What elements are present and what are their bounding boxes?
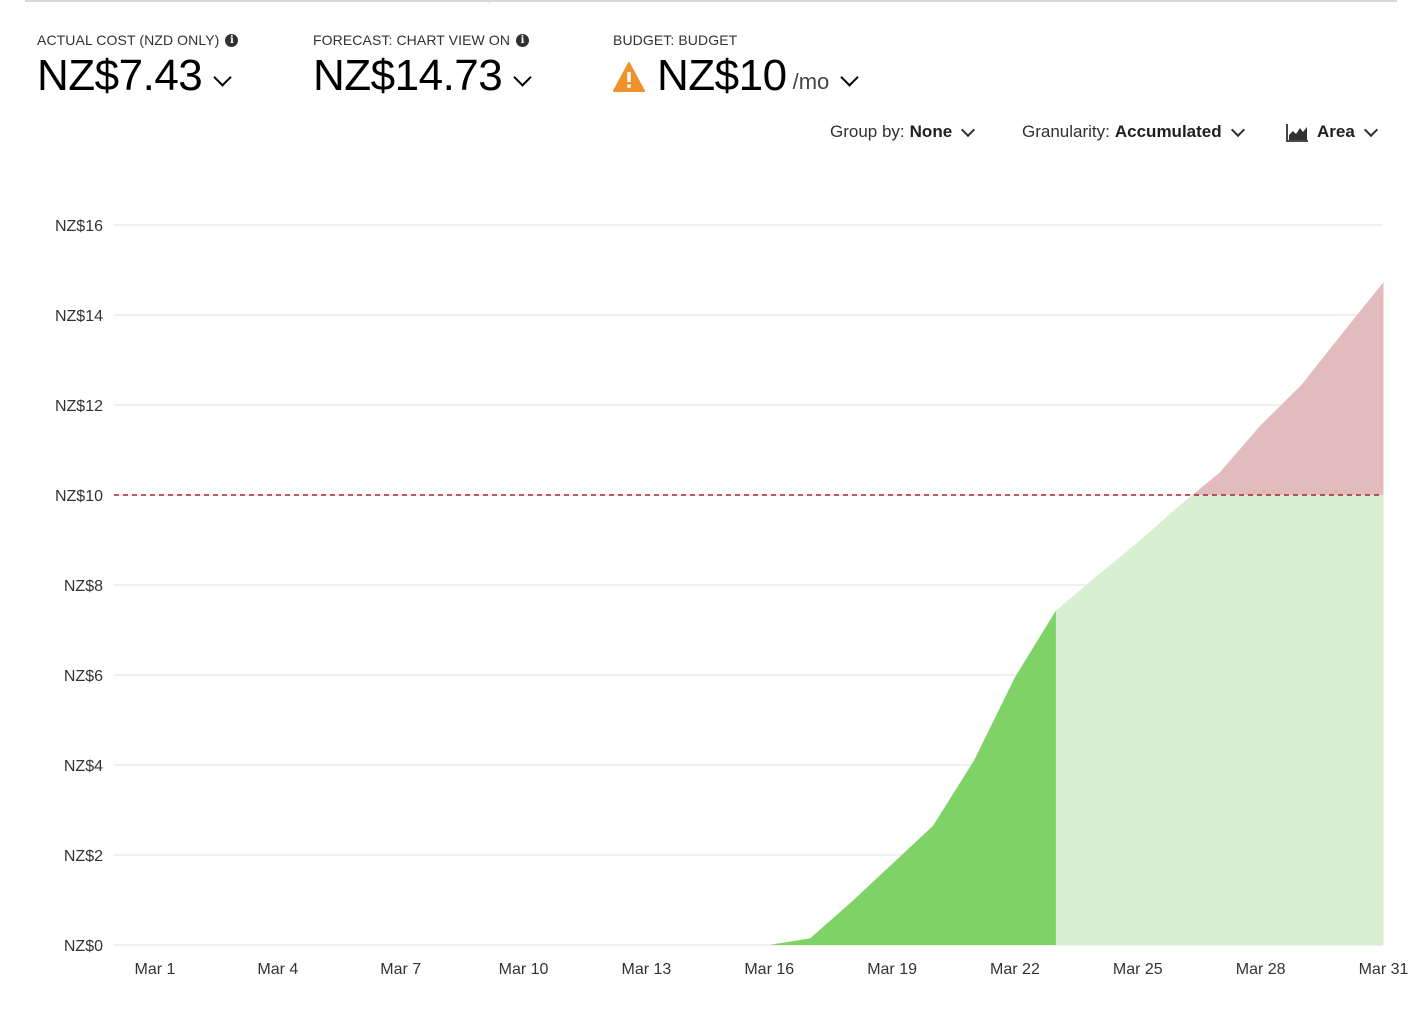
top-divider-tick [489, 0, 490, 4]
forecast-area [1055, 495, 1384, 945]
kpi-budget-value: NZ$10 [657, 51, 787, 100]
warning-icon [613, 62, 645, 92]
kpi-actual-cost: ACTUAL COST (NZD ONLY) i NZ$7.43 [37, 32, 239, 100]
kpi-forecast-label: FORECAST: CHART VIEW ON [313, 32, 511, 48]
group-by-label: Group by: [830, 122, 905, 141]
area-chart-icon [1286, 123, 1308, 142]
cost-area-chart: NZ$0 NZ$2 NZ$4 NZ$6 NZ$8 NZ$10 NZ$12 NZ$14 NZ$16… [55, 218, 1409, 978]
chevron-down-icon[interactable] [213, 68, 232, 87]
y-tick-label: NZ$6 [64, 668, 103, 685]
x-tick-label: Mar 10 [499, 961, 549, 978]
x-tick-label: Mar 13 [622, 961, 672, 978]
kpi-budget: BUDGET: BUDGET NZ$10 /mo [613, 32, 859, 100]
chart-type-dropdown[interactable]: Area [1286, 120, 1378, 144]
chevron-down-icon [1230, 122, 1245, 137]
kpi-budget-label: BUDGET: BUDGET [613, 32, 738, 48]
chevron-down-icon [1363, 122, 1378, 137]
y-tick-label: NZ$14 [55, 308, 103, 325]
y-tick-label: NZ$2 [64, 848, 103, 865]
granularity-label: Granularity: [1022, 122, 1110, 141]
kpi-forecast-value: NZ$14.73 [313, 51, 503, 100]
chevron-down-icon[interactable] [513, 68, 532, 87]
granularity-value: Accumulated [1114, 122, 1222, 141]
x-tick-label: Mar 7 [380, 961, 421, 978]
kpi-actual-cost-label: ACTUAL COST (NZD ONLY) [37, 32, 220, 48]
x-tick-label: Mar 16 [744, 961, 794, 978]
kpi-forecast: FORECAST: CHART VIEW ON i NZ$14.73 [313, 32, 532, 100]
y-tick-label: NZ$16 [55, 218, 103, 235]
x-tick-label: Mar 22 [990, 961, 1040, 978]
x-tick-label: Mar 28 [1236, 961, 1286, 978]
kpi-actual-cost-value: NZ$7.43 [37, 51, 203, 100]
info-icon[interactable]: i [225, 33, 239, 47]
y-tick-label: NZ$4 [64, 758, 103, 775]
kpi-budget-unit: /mo [792, 69, 830, 94]
x-tick-label: Mar 4 [257, 961, 298, 978]
x-tick-label: Mar 31 [1359, 961, 1409, 978]
top-divider [25, 0, 1397, 2]
info-icon[interactable]: i [516, 33, 530, 47]
chevron-down-icon[interactable] [840, 68, 859, 87]
x-tick-label: Mar 25 [1113, 961, 1163, 978]
group-by-value: None [909, 122, 953, 141]
group-by-dropdown[interactable]: Group by: None [830, 120, 976, 144]
x-tick-label: Mar 1 [135, 961, 176, 978]
y-tick-label: NZ$12 [55, 398, 103, 415]
over-budget-area [1192, 282, 1384, 495]
x-tick-label: Mar 19 [867, 961, 917, 978]
chart-type-value: Area [1317, 122, 1355, 141]
granularity-dropdown[interactable]: Granularity: Accumulated [1022, 120, 1245, 144]
y-tick-label: NZ$8 [64, 578, 103, 595]
chevron-down-icon [961, 122, 976, 137]
y-tick-label: NZ$10 [55, 488, 103, 505]
actual-cost-area [769, 610, 1056, 945]
y-tick-label: NZ$0 [64, 938, 103, 955]
